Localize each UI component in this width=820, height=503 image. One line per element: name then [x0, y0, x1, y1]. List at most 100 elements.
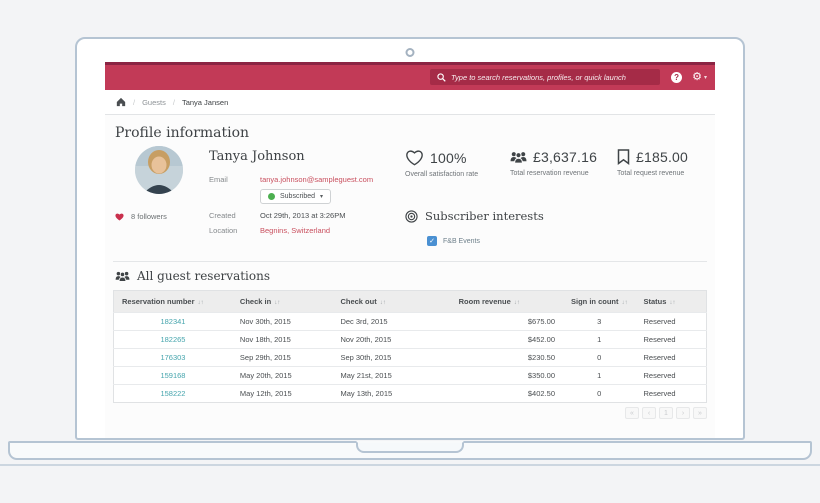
subscription-label: Subscribed	[280, 193, 316, 200]
status-cell: Reserved	[635, 384, 707, 403]
guest-name: Tanya Johnson	[209, 149, 305, 164]
reservation-number-link[interactable]: 182341	[160, 317, 185, 326]
breadcrumb: / Guests / Tanya Jansen	[105, 90, 715, 115]
target-icon	[405, 209, 418, 223]
stat-reservation-revenue: £3,637.16 Total reservation revenue	[510, 149, 597, 177]
desk-line	[0, 464, 820, 466]
reservations-title: All guest reservations	[137, 269, 271, 283]
breadcrumb-separator: /	[172, 97, 175, 107]
reservation-revenue-label: Total reservation revenue	[510, 170, 589, 177]
profile-page-content: Profile information Tanya Johnson Email …	[105, 115, 715, 438]
reservation-number-link[interactable]: 158222	[160, 389, 185, 398]
interest-label: F&B Events	[443, 237, 480, 245]
checkbox-checked-icon[interactable]: ✓	[427, 236, 437, 246]
check-in-cell: Sep 29th, 2015	[231, 348, 333, 367]
subscribed-status-icon	[268, 193, 275, 200]
status-cell: Reserved	[635, 330, 707, 349]
trackpad-notch	[356, 441, 464, 453]
subscriber-interests-heading: Subscriber interests	[405, 209, 544, 223]
column-header-check-in[interactable]: Check in ↓↑	[231, 290, 333, 313]
request-revenue-value: £185.00	[636, 149, 689, 165]
sort-icon[interactable]: ↓↑	[514, 300, 520, 306]
pagination-next-button[interactable]: ›	[676, 407, 690, 419]
sign-in-count-cell: 3	[563, 312, 636, 331]
heart-outline-icon	[405, 149, 424, 166]
home-icon[interactable]	[116, 97, 126, 107]
settings-menu[interactable]: ⚙ ▾	[692, 72, 707, 83]
sort-icon[interactable]: ↓↑	[669, 300, 675, 306]
table-header-row: Reservation number ↓↑ Check in ↓↑ Check ou…	[113, 290, 707, 313]
page-title: Profile information	[115, 125, 250, 141]
created-label: Created	[209, 211, 236, 220]
breadcrumb-separator: /	[133, 97, 136, 107]
table-row: 158222 May 12th, 2015 May 13th, 2015 $40…	[113, 384, 707, 403]
pagination-last-button[interactable]: »	[693, 407, 707, 419]
table-row: 176303 Sep 29th, 2015 Sep 30th, 2015 $23…	[113, 348, 707, 367]
room-revenue-cell: $675.00	[450, 312, 563, 331]
chevron-down-icon: ▾	[320, 194, 324, 200]
subscriber-interests-title: Subscriber interests	[425, 209, 544, 223]
sign-in-count-cell: 0	[563, 348, 636, 367]
global-search-input[interactable]: Type to search reservations, profiles, o…	[430, 69, 660, 85]
email-label: Email	[209, 175, 228, 184]
status-cell: Reserved	[635, 312, 707, 331]
check-out-cell: May 21st, 2015	[332, 366, 451, 385]
reservation-revenue-value: £3,637.16	[533, 149, 598, 165]
check-out-cell: Dec 3rd, 2015	[332, 312, 451, 331]
column-header-check-out[interactable]: Check out ↓↑	[332, 290, 451, 313]
breadcrumb-item-guests[interactable]: Guests	[142, 98, 166, 107]
sort-icon[interactable]: ↓↑	[274, 300, 280, 306]
app-window: Type to search reservations, profiles, o…	[105, 62, 715, 438]
section-divider	[113, 261, 707, 262]
request-revenue-label: Total request revenue	[617, 170, 685, 177]
reservation-number-link[interactable]: 159168	[160, 371, 185, 380]
pagination-prev-button[interactable]: ‹	[642, 407, 656, 419]
breadcrumb-item-current: Tanya Jansen	[181, 97, 229, 107]
column-header-room-revenue[interactable]: Room revenue ↓↑	[450, 290, 563, 313]
check-in-cell: May 12th, 2015	[231, 384, 333, 403]
check-out-cell: May 13th, 2015	[332, 384, 451, 403]
location-link[interactable]: Begnins, Switzerland	[260, 226, 330, 235]
pagination-page-button[interactable]: 1	[659, 407, 673, 419]
webcam-icon	[405, 48, 415, 57]
location-label: Location	[209, 226, 238, 235]
sort-icon[interactable]: ↓↑	[622, 300, 628, 306]
column-header-status[interactable]: Status ↓↑	[635, 290, 707, 313]
search-icon	[437, 72, 446, 82]
table-row: 182265 Nov 18th, 2015 Nov 20th, 2015 $45…	[113, 330, 707, 349]
reservations-table: Reservation number ↓↑ Check in ↓↑ Check ou…	[113, 290, 707, 403]
column-header-reservation-number[interactable]: Reservation number ↓↑	[113, 290, 232, 313]
status-cell: Reserved	[635, 366, 707, 385]
check-in-cell: Nov 18th, 2015	[231, 330, 333, 349]
pagination-first-button[interactable]: «	[625, 407, 639, 419]
room-revenue-cell: $402.50	[450, 384, 563, 403]
room-revenue-cell: $230.50	[450, 348, 563, 367]
laptop-screen-frame: Type to search reservations, profiles, o…	[75, 37, 745, 440]
check-out-cell: Nov 20th, 2015	[332, 330, 451, 349]
email-link[interactable]: tanya.johnson@sampleguest.com	[260, 175, 373, 184]
status-cell: Reserved	[635, 348, 707, 367]
column-header-sign-in-count[interactable]: Sign in count ↓↑	[563, 290, 636, 313]
chevron-down-icon: ▾	[703, 75, 707, 81]
reservation-number-link[interactable]: 182265	[160, 335, 185, 344]
search-placeholder: Type to search reservations, profiles, o…	[451, 72, 626, 82]
reservation-number-link[interactable]: 176303	[160, 353, 185, 362]
stat-request-revenue: £185.00 Total request revenue	[617, 149, 688, 177]
people-icon	[115, 270, 130, 283]
sort-icon[interactable]: ↓↑	[380, 300, 386, 306]
satisfaction-label: Overall satisfaction rate	[405, 171, 479, 178]
subscription-dropdown[interactable]: Subscribed ▾	[260, 189, 332, 204]
sort-icon[interactable]: ↓↑	[198, 300, 204, 306]
interest-item[interactable]: ✓ F&B Events	[427, 236, 480, 246]
stat-satisfaction: 100% Overall satisfaction rate	[405, 149, 479, 179]
help-icon[interactable]: ?	[671, 72, 683, 83]
table-row: 182341 Nov 30th, 2015 Dec 3rd, 2015 $675…	[113, 312, 707, 331]
sign-in-count-cell: 1	[563, 366, 636, 385]
followers: 8 followers	[115, 212, 167, 221]
laptop-base	[8, 441, 812, 460]
table-row: 159168 May 20th, 2015 May 21st, 2015 $35…	[113, 366, 707, 385]
avatar	[135, 146, 183, 194]
people-icon	[510, 150, 527, 165]
check-in-cell: May 20th, 2015	[231, 366, 333, 385]
check-out-cell: Sep 30th, 2015	[332, 348, 451, 367]
